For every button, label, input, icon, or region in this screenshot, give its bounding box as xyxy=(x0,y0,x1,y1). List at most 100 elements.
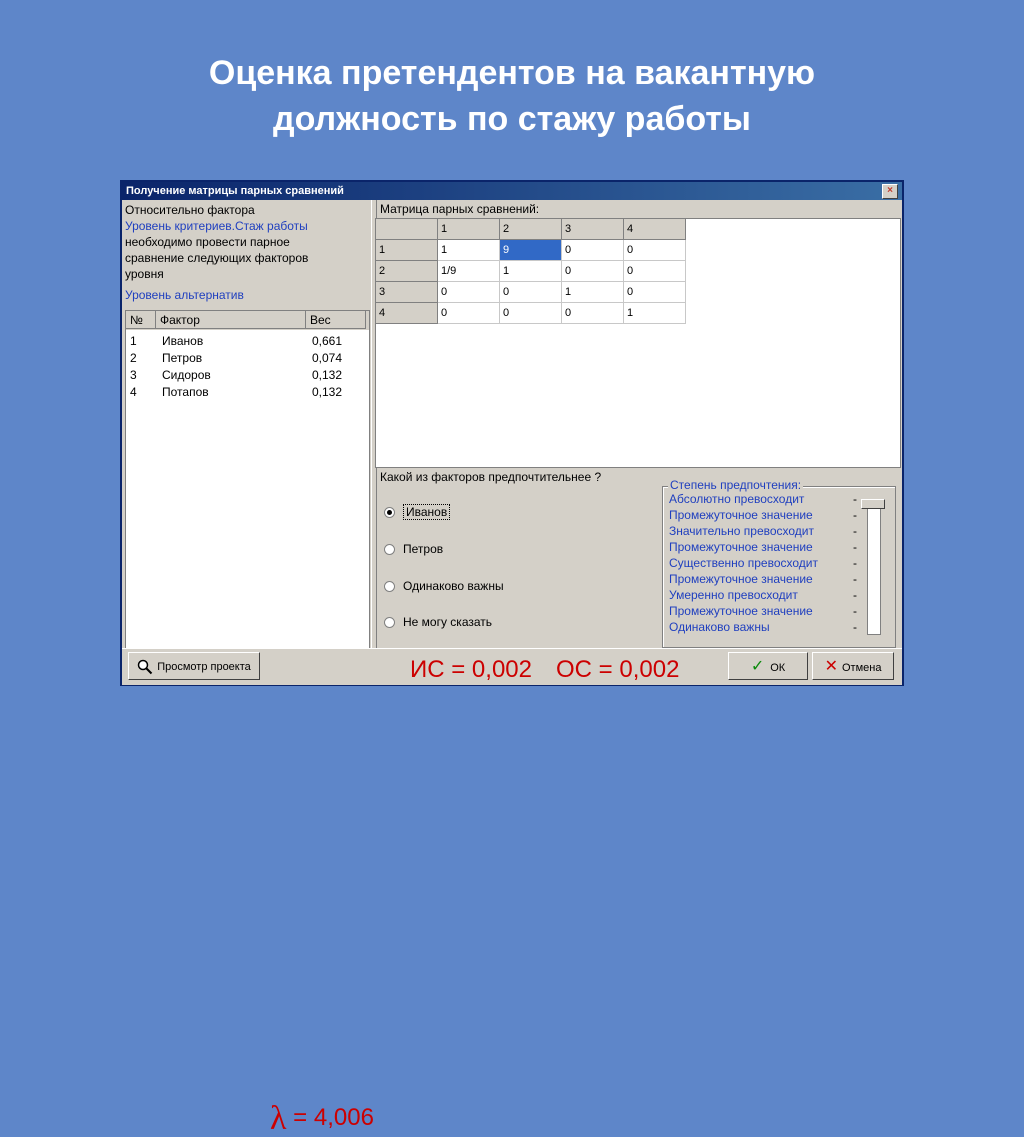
matrix-col-header: 3 xyxy=(562,219,624,240)
scale-tick: - xyxy=(853,492,857,506)
radio-option-ivanov[interactable]: Иванов xyxy=(384,504,451,520)
criteria-level-label: Уровень критериев.Стаж работы xyxy=(125,219,308,233)
matrix-cell[interactable]: 0 xyxy=(624,282,686,303)
radio-label: Иванов xyxy=(403,504,451,520)
matrix-cell[interactable]: 1 xyxy=(562,282,624,303)
scale-tick: - xyxy=(853,508,857,522)
matrix-cell[interactable]: 0 xyxy=(562,261,624,282)
radio-option-equal[interactable]: Одинаково важны xyxy=(384,578,504,594)
slide-title: Оценка претендентов на вакантную должнос… xyxy=(0,50,1024,142)
window-title-bar[interactable]: Получение матрицы парных сравнений × xyxy=(122,182,902,200)
preference-legend: Степень предпочтения: xyxy=(668,478,804,492)
slide-title-line-2: должность по стажу работы xyxy=(273,100,751,138)
scale-tick: - xyxy=(853,620,857,634)
matrix-col-header: 1 xyxy=(438,219,500,240)
lambda-readout: λ = 4,006 xyxy=(270,1102,374,1136)
dialog-client: Относительно фактора Уровень критериев.С… xyxy=(122,200,902,1136)
scale-tick: - xyxy=(853,604,857,618)
relative-label: Относительно фактора xyxy=(125,203,255,217)
scale-label: Промежуточное значение xyxy=(669,540,813,554)
scale-label: Промежуточное значение xyxy=(669,508,813,522)
preference-scale-group: Степень предпочтения: Абсолютно превосхо… xyxy=(662,478,896,648)
preference-slider-thumb[interactable] xyxy=(861,499,885,509)
list-item-name: Сидоров xyxy=(162,368,211,382)
list-item-number: 3 xyxy=(130,368,137,382)
list-item-weight: 0,661 xyxy=(312,334,343,348)
radio-selected-icon[interactable] xyxy=(384,507,395,519)
list-item[interactable]: 2 Петров 0,074 xyxy=(126,350,369,367)
matrix-cell[interactable]: 0 xyxy=(562,303,624,324)
factor-list-header: № Фактор Вес xyxy=(126,311,369,330)
matrix-cell[interactable]: 0 xyxy=(562,240,624,261)
radio-icon[interactable] xyxy=(384,581,395,593)
scale-label: Одинаково важны xyxy=(669,620,770,634)
matrix-label: Матрица парных сравнений: xyxy=(380,202,540,216)
list-item-number: 4 xyxy=(130,385,137,399)
bottom-bar: Просмотр проекта λ = 4,006 ИС = 0,002 ОС… xyxy=(122,648,902,1136)
close-icon[interactable]: × xyxy=(882,184,898,199)
matrix-row-header: 2 xyxy=(376,261,438,282)
matrix-cell[interactable]: 1 xyxy=(500,261,562,282)
radio-label: Не могу сказать xyxy=(403,615,493,629)
matrix-cell[interactable]: 0 xyxy=(500,303,562,324)
instruction-line-2: сравнение следующих факторов xyxy=(125,251,309,265)
comparison-matrix-grid[interactable]: 1 2 3 4 1 1 9 0 0 2 1/9 1 0 0 3 0 0 1 0 … xyxy=(375,218,901,468)
matrix-cell[interactable]: 0 xyxy=(438,303,500,324)
list-item[interactable]: 4 Потапов 0,132 xyxy=(126,384,369,401)
consistency-ratio: ОС = 0,002 xyxy=(556,656,680,683)
list-item[interactable]: 1 Иванов 0,661 xyxy=(126,333,369,350)
preference-question: Какой из факторов предпочтительнее ? xyxy=(380,470,602,484)
column-header-weight[interactable]: Вес xyxy=(306,311,366,329)
radio-label: Одинаково важны xyxy=(403,579,504,593)
list-item-name: Петров xyxy=(162,351,203,365)
column-header-number[interactable]: № xyxy=(126,311,156,329)
slide-title-line-1: Оценка претендентов на вакантную xyxy=(208,54,816,92)
scale-tick: - xyxy=(853,572,857,586)
matrix-cell[interactable]: 0 xyxy=(624,240,686,261)
list-item-weight: 0,132 xyxy=(312,368,343,382)
matrix-col-header: 4 xyxy=(624,219,686,240)
column-header-factor[interactable]: Фактор xyxy=(156,311,306,329)
scale-tick: - xyxy=(853,524,857,538)
matrix-cell[interactable]: 0 xyxy=(500,282,562,303)
matrix-row-header: 3 xyxy=(376,282,438,303)
matrix-cell[interactable]: 1 xyxy=(624,303,686,324)
radio-icon[interactable] xyxy=(384,617,395,629)
radio-label: Петров xyxy=(403,542,444,556)
matrix-cell[interactable]: 0 xyxy=(624,261,686,282)
scale-tick: - xyxy=(853,556,857,570)
radio-icon[interactable] xyxy=(384,544,395,556)
matrix-cell[interactable]: 1/9 xyxy=(438,261,500,282)
alternatives-level-label: Уровень альтернатив xyxy=(125,288,244,302)
list-item[interactable]: 3 Сидоров 0,132 xyxy=(126,367,369,384)
matrix-col-header: 2 xyxy=(500,219,562,240)
matrix-row-header: 4 xyxy=(376,303,438,324)
factor-info: Относительно фактора Уровень критериев.С… xyxy=(125,202,368,310)
view-project-label: Просмотр проекта xyxy=(157,661,251,673)
matrix-cell-selected[interactable]: 9 xyxy=(500,240,562,261)
radio-option-cannot-say[interactable]: Не могу сказать xyxy=(384,614,492,630)
list-item-number: 1 xyxy=(130,334,137,348)
scale-label: Значительно превосходит xyxy=(669,524,815,538)
cross-icon: ✕ xyxy=(824,658,838,675)
cancel-button[interactable]: ✕ Отмена xyxy=(812,652,894,680)
list-item-weight: 0,132 xyxy=(312,385,343,399)
radio-option-petrov[interactable]: Петров xyxy=(384,541,443,557)
instruction-line-3: уровня xyxy=(125,267,164,281)
view-project-button[interactable]: Просмотр проекта xyxy=(128,652,260,680)
factor-list[interactable]: № Фактор Вес 1 Иванов 0,661 2 Петров 0,0… xyxy=(125,310,370,652)
ok-label: ОК xyxy=(770,662,786,674)
dialog-window: Получение матрицы парных сравнений × Отн… xyxy=(120,180,904,1136)
scale-label: Промежуточное значение xyxy=(669,572,813,586)
ok-button[interactable]: ✓ ОК xyxy=(728,652,808,680)
list-item-weight: 0,074 xyxy=(312,351,343,365)
scale-label: Промежуточное значение xyxy=(669,604,813,618)
list-item-number: 2 xyxy=(130,351,137,365)
list-item-name: Потапов xyxy=(162,385,209,399)
scale-tick: - xyxy=(853,540,857,554)
checkmark-icon: ✓ xyxy=(750,658,765,675)
matrix-cell[interactable]: 1 xyxy=(438,240,500,261)
preference-slider-track[interactable] xyxy=(867,503,881,635)
scale-label: Существенно превосходит xyxy=(669,556,818,570)
matrix-cell[interactable]: 0 xyxy=(438,282,500,303)
